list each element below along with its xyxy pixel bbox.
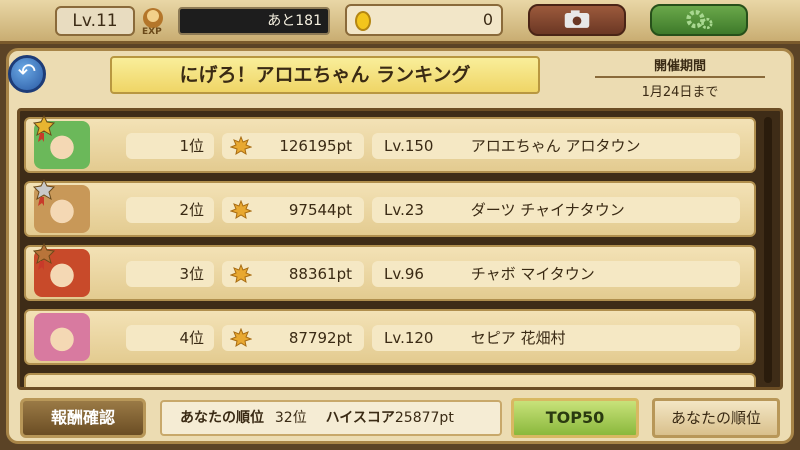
ranking-row[interactable]: 2位 97544pt Lv.23 ダーツ チャイナタウン [24, 179, 756, 237]
player-name: アロエちゃん アロタウン [470, 137, 641, 155]
back-button[interactable]: ↶ [8, 55, 46, 93]
event-period: 開催期間 1月24日まで [585, 55, 775, 100]
my-rank-summary: あなたの順位 32位 ハイスコア25877pt [160, 400, 502, 436]
player-level: Lv.11 [55, 6, 135, 36]
back-arrow-icon: ↶ [17, 60, 37, 85]
player-avatar [32, 115, 90, 169]
ranking-scrollbar[interactable] [764, 117, 772, 383]
gear-icon [686, 9, 713, 30]
rank-medal-icon [32, 243, 56, 270]
ranking-row[interactable]: 1位 126195pt Lv.150 アロエちゃん アロタウン [24, 115, 756, 173]
rank-medal-icon [32, 179, 56, 206]
coin-icon [355, 11, 371, 31]
player-level-text: Lv.23 [384, 201, 424, 219]
player-name: ダーツ チャイナタウン [470, 201, 625, 219]
maple-leaf-icon [230, 264, 252, 284]
ranking-row[interactable]: 4位 87792pt Lv.120 セピア 花畑村 [24, 309, 756, 365]
rank-medal-icon [32, 115, 56, 142]
coin-value: 0 [482, 10, 493, 29]
player-info: Lv.150 アロエちゃん アロタウン [372, 133, 740, 159]
player-info: Lv.120 セピア 花畑村 [372, 325, 740, 351]
highscore-value: 25877pt [394, 410, 454, 426]
rank-position: 1位 [126, 133, 214, 159]
player-avatar [32, 243, 90, 297]
points-value: 97544pt [288, 201, 352, 219]
exp-label: EXP [142, 27, 162, 37]
reward-check-button[interactable]: 報酬確認 [20, 398, 146, 438]
top50-button[interactable]: TOP50 [511, 398, 639, 438]
top-status-bar: Lv.11 EXP あと181 0 [0, 0, 800, 44]
my-rank-label: あなたの順位 [180, 410, 264, 426]
points-pill: 88361pt [222, 261, 364, 287]
ranking-row-partial[interactable] [24, 373, 756, 387]
maple-leaf-icon [230, 328, 252, 348]
rank-position: 2位 [126, 197, 214, 223]
player-level-text: Lv.150 [384, 137, 434, 155]
ranking-list[interactable]: 1位 126195pt Lv.150 アロエちゃん アロタウン 2位 97544… [17, 108, 783, 390]
player-level-text: Lv.96 [384, 265, 424, 283]
settings-button[interactable] [650, 4, 748, 36]
player-info: Lv.96 チャボ マイタウン [372, 261, 740, 287]
points-value: 87792pt [288, 329, 352, 347]
player-info: Lv.23 ダーツ チャイナタウン [372, 197, 740, 223]
player-avatar [32, 179, 90, 233]
page-title: にげろ！アロエちゃん ランキング [110, 56, 540, 94]
coin-counter: 0 [345, 4, 503, 36]
points-pill: 87792pt [222, 325, 364, 351]
rank-position: 4位 [126, 325, 214, 351]
my-rank-value: 32位 [274, 410, 307, 426]
exp-remaining: あと181 [178, 7, 330, 35]
maple-leaf-icon [230, 136, 252, 156]
player-avatar [34, 313, 90, 361]
highscore-label: ハイスコア [325, 410, 395, 426]
player-name: チャボ マイタウン [470, 265, 595, 283]
maple-leaf-icon [230, 200, 252, 220]
period-value: 1月24日まで [641, 85, 719, 100]
my-position-button[interactable]: あなたの順位 [652, 398, 780, 438]
rank-position: 3位 [126, 261, 214, 287]
points-pill: 97544pt [222, 197, 364, 223]
camera-icon [564, 10, 590, 28]
period-label: 開催期間 [653, 59, 706, 74]
player-name: セピア 花畑村 [470, 329, 566, 347]
ranking-row[interactable]: 3位 88361pt Lv.96 チャボ マイタウン [24, 243, 756, 301]
player-level-text: Lv.120 [384, 329, 434, 347]
points-value: 126195pt [279, 137, 352, 155]
points-pill: 126195pt [222, 133, 364, 159]
points-value: 88361pt [288, 265, 352, 283]
camera-button[interactable] [528, 4, 626, 36]
period-divider [595, 76, 765, 78]
